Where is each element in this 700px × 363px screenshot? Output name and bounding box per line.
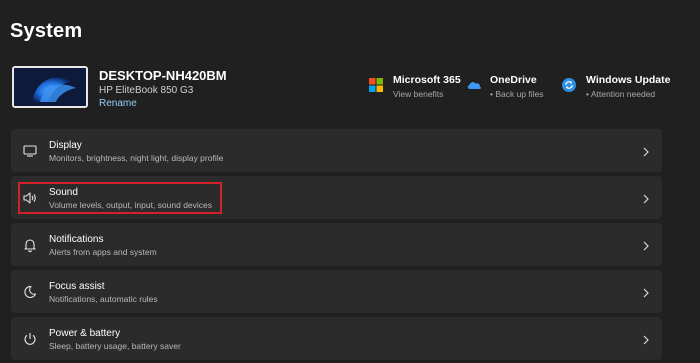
settings-item-subtitle: Monitors, brightness, night light, displ… — [49, 153, 224, 163]
chevron-right-icon — [641, 145, 651, 157]
page-title: System — [10, 20, 83, 42]
device-name: DESKTOP-NH420BM — [99, 68, 227, 83]
quick-link-title: OneDrive — [490, 74, 537, 86]
chevron-right-icon — [641, 192, 651, 204]
chevron-right-icon — [641, 286, 651, 298]
settings-item-title: Power & battery — [49, 328, 121, 339]
quick-link-subtitle: • Attention needed — [586, 89, 656, 99]
settings-item-sound[interactable]: Sound Volume levels, output, input, soun… — [11, 176, 662, 219]
settings-item-title: Sound — [49, 187, 78, 198]
quick-link-microsoft-365[interactable]: Microsoft 365 View benefits — [369, 74, 479, 102]
windows-wallpaper-icon — [14, 68, 86, 106]
quick-link-title: Microsoft 365 — [393, 74, 461, 86]
quick-link-subtitle: View benefits — [393, 89, 444, 99]
power-icon — [22, 331, 38, 347]
device-model: HP EliteBook 850 G3 — [99, 85, 194, 96]
onedrive-icon — [466, 78, 481, 92]
quick-link-windows-update[interactable]: Windows Update • Attention needed — [562, 74, 672, 102]
device-thumbnail — [12, 66, 88, 108]
quick-link-onedrive[interactable]: OneDrive • Back up files — [466, 74, 556, 102]
settings-item-power-battery[interactable]: Power & battery Sleep, battery usage, ba… — [11, 317, 662, 360]
quick-link-subtitle: • Back up files — [490, 89, 544, 99]
settings-item-subtitle: Sleep, battery usage, battery saver — [49, 341, 181, 351]
display-icon — [22, 143, 38, 159]
quick-link-title: Windows Update — [586, 74, 671, 86]
chevron-right-icon — [641, 239, 651, 251]
microsoft-365-icon — [369, 78, 383, 92]
settings-item-notifications[interactable]: Notifications Alerts from apps and syste… — [11, 223, 662, 266]
settings-item-display[interactable]: Display Monitors, brightness, night ligh… — [11, 129, 662, 172]
rename-link[interactable]: Rename — [99, 98, 137, 109]
windows-update-icon — [562, 78, 576, 92]
settings-item-focus-assist[interactable]: Focus assist Notifications, automatic ru… — [11, 270, 662, 313]
chevron-right-icon — [641, 333, 651, 345]
settings-item-subtitle: Alerts from apps and system — [49, 247, 157, 257]
settings-item-subtitle: Notifications, automatic rules — [49, 294, 158, 304]
moon-icon — [22, 284, 38, 300]
bell-icon — [22, 237, 38, 253]
settings-item-title: Focus assist — [49, 281, 105, 292]
speaker-icon — [22, 190, 38, 206]
settings-item-title: Notifications — [49, 234, 104, 245]
settings-item-subtitle: Volume levels, output, input, sound devi… — [49, 200, 213, 210]
settings-item-title: Display — [49, 140, 82, 151]
